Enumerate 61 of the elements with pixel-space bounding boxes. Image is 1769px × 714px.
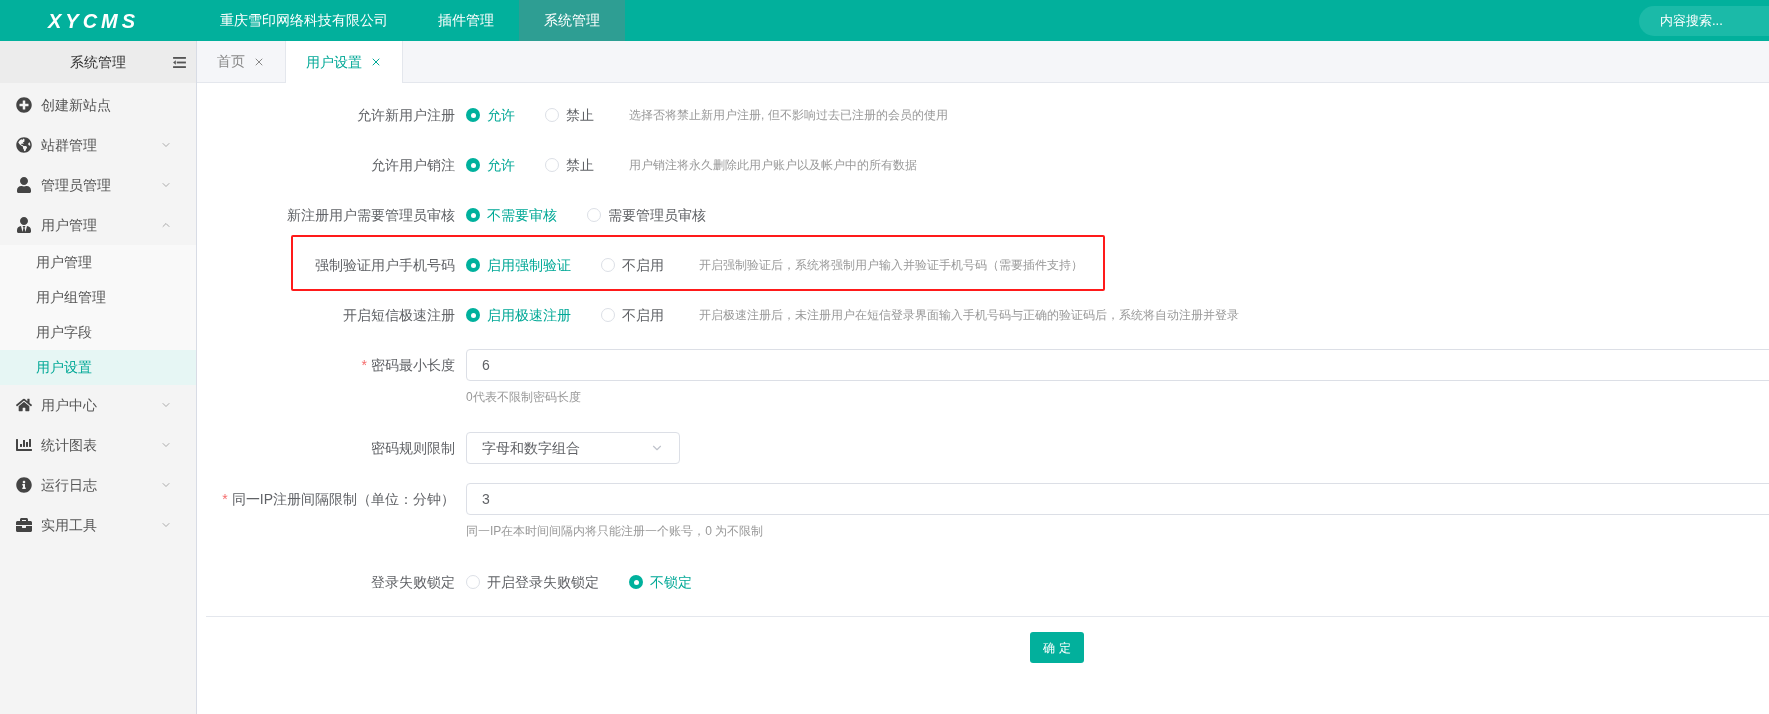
- user-icon: [16, 177, 32, 193]
- radio-option[interactable]: 禁止: [545, 104, 594, 126]
- sidebar-item[interactable]: 创建新站点: [0, 85, 196, 125]
- sidebar-subitem[interactable]: 用户管理: [0, 245, 196, 280]
- radio-option[interactable]: 需要管理员审核: [587, 204, 706, 226]
- radio-button[interactable]: [466, 308, 480, 322]
- sidebar-item[interactable]: 统计图表: [0, 425, 196, 465]
- radio-button[interactable]: [545, 158, 559, 172]
- sidebar-item[interactable]: 管理员管理: [0, 165, 196, 205]
- help-text: 开启强制验证后，系统将强制用户输入并验证手机号码（需要插件支持）: [699, 257, 1083, 274]
- text-input[interactable]: 3: [466, 483, 1769, 515]
- radio-button[interactable]: [466, 158, 480, 172]
- sidebar-item[interactable]: 用户管理: [0, 205, 196, 245]
- radio-option[interactable]: 开启登录失败锁定: [466, 571, 599, 593]
- field-label: 允许新用户注册: [357, 105, 455, 125]
- radio-button[interactable]: [601, 308, 615, 322]
- radio-button[interactable]: [466, 108, 480, 122]
- field-label: 同一IP注册间隔限制（单位：分钟）: [231, 489, 455, 509]
- help-text: 用户销注将永久删除此用户账户以及帐户中的所有数据: [629, 157, 917, 174]
- radio-button[interactable]: [466, 258, 480, 272]
- sidebar-item[interactable]: 用户中心: [0, 385, 196, 425]
- sidebar-item[interactable]: 实用工具: [0, 505, 196, 545]
- radio-option[interactable]: 禁止: [545, 154, 594, 176]
- sidebar-subitem[interactable]: 用户字段: [0, 315, 196, 350]
- home-icon: [16, 397, 32, 413]
- field-label: 密码规则限制: [371, 438, 455, 458]
- radio-button[interactable]: [466, 208, 480, 222]
- globe-icon: [16, 137, 32, 153]
- sidebar-item[interactable]: 站群管理: [0, 125, 196, 165]
- field-label: 新注册用户需要管理员审核: [287, 205, 455, 225]
- select-field[interactable]: 字母和数字组合: [466, 432, 680, 464]
- sidebar-subitem[interactable]: 用户组管理: [0, 280, 196, 315]
- required-mark: *: [222, 489, 228, 509]
- field-label: 强制验证用户手机号码: [315, 255, 455, 275]
- text-input[interactable]: 6: [466, 349, 1769, 381]
- bar-chart-icon: [16, 437, 32, 453]
- field-label: 开启短信极速注册: [343, 305, 455, 325]
- help-text: 选择否将禁止新用户注册, 但不影响过去已注册的会员的使用: [629, 107, 948, 124]
- field-label: 密码最小长度: [371, 355, 455, 375]
- close-icon[interactable]: [370, 56, 382, 68]
- help-text: 同一IP在本时间间隔内将只能注册一个账号，0 为不限制: [466, 523, 764, 539]
- briefcase-icon: [16, 517, 32, 533]
- radio-option[interactable]: 不启用: [601, 254, 664, 276]
- info-icon: [16, 477, 32, 493]
- sidebar-title: 系统管理: [70, 52, 126, 72]
- required-mark: *: [361, 355, 367, 375]
- radio-button[interactable]: [545, 108, 559, 122]
- sidebar-item[interactable]: 运行日志: [0, 465, 196, 505]
- field-label: 登录失败锁定: [371, 572, 455, 592]
- help-text: 0代表不限制密码长度: [466, 389, 581, 405]
- help-text: 开启极速注册后，未注册用户在短信登录界面输入手机号码与正确的验证码后，系统将自动注册并登录: [699, 307, 1239, 324]
- radio-button[interactable]: [466, 575, 480, 589]
- logo: XYCMS: [48, 8, 140, 34]
- radio-option[interactable]: 不启用: [601, 304, 664, 326]
- tab[interactable]: 首页: [197, 41, 285, 82]
- menu-icon[interactable]: [173, 56, 186, 68]
- user-icon: [16, 217, 32, 233]
- radio-button[interactable]: [587, 208, 601, 222]
- radio-button[interactable]: [601, 258, 615, 272]
- radio-button[interactable]: [629, 575, 643, 589]
- field-label: 允许用户销注: [371, 155, 455, 175]
